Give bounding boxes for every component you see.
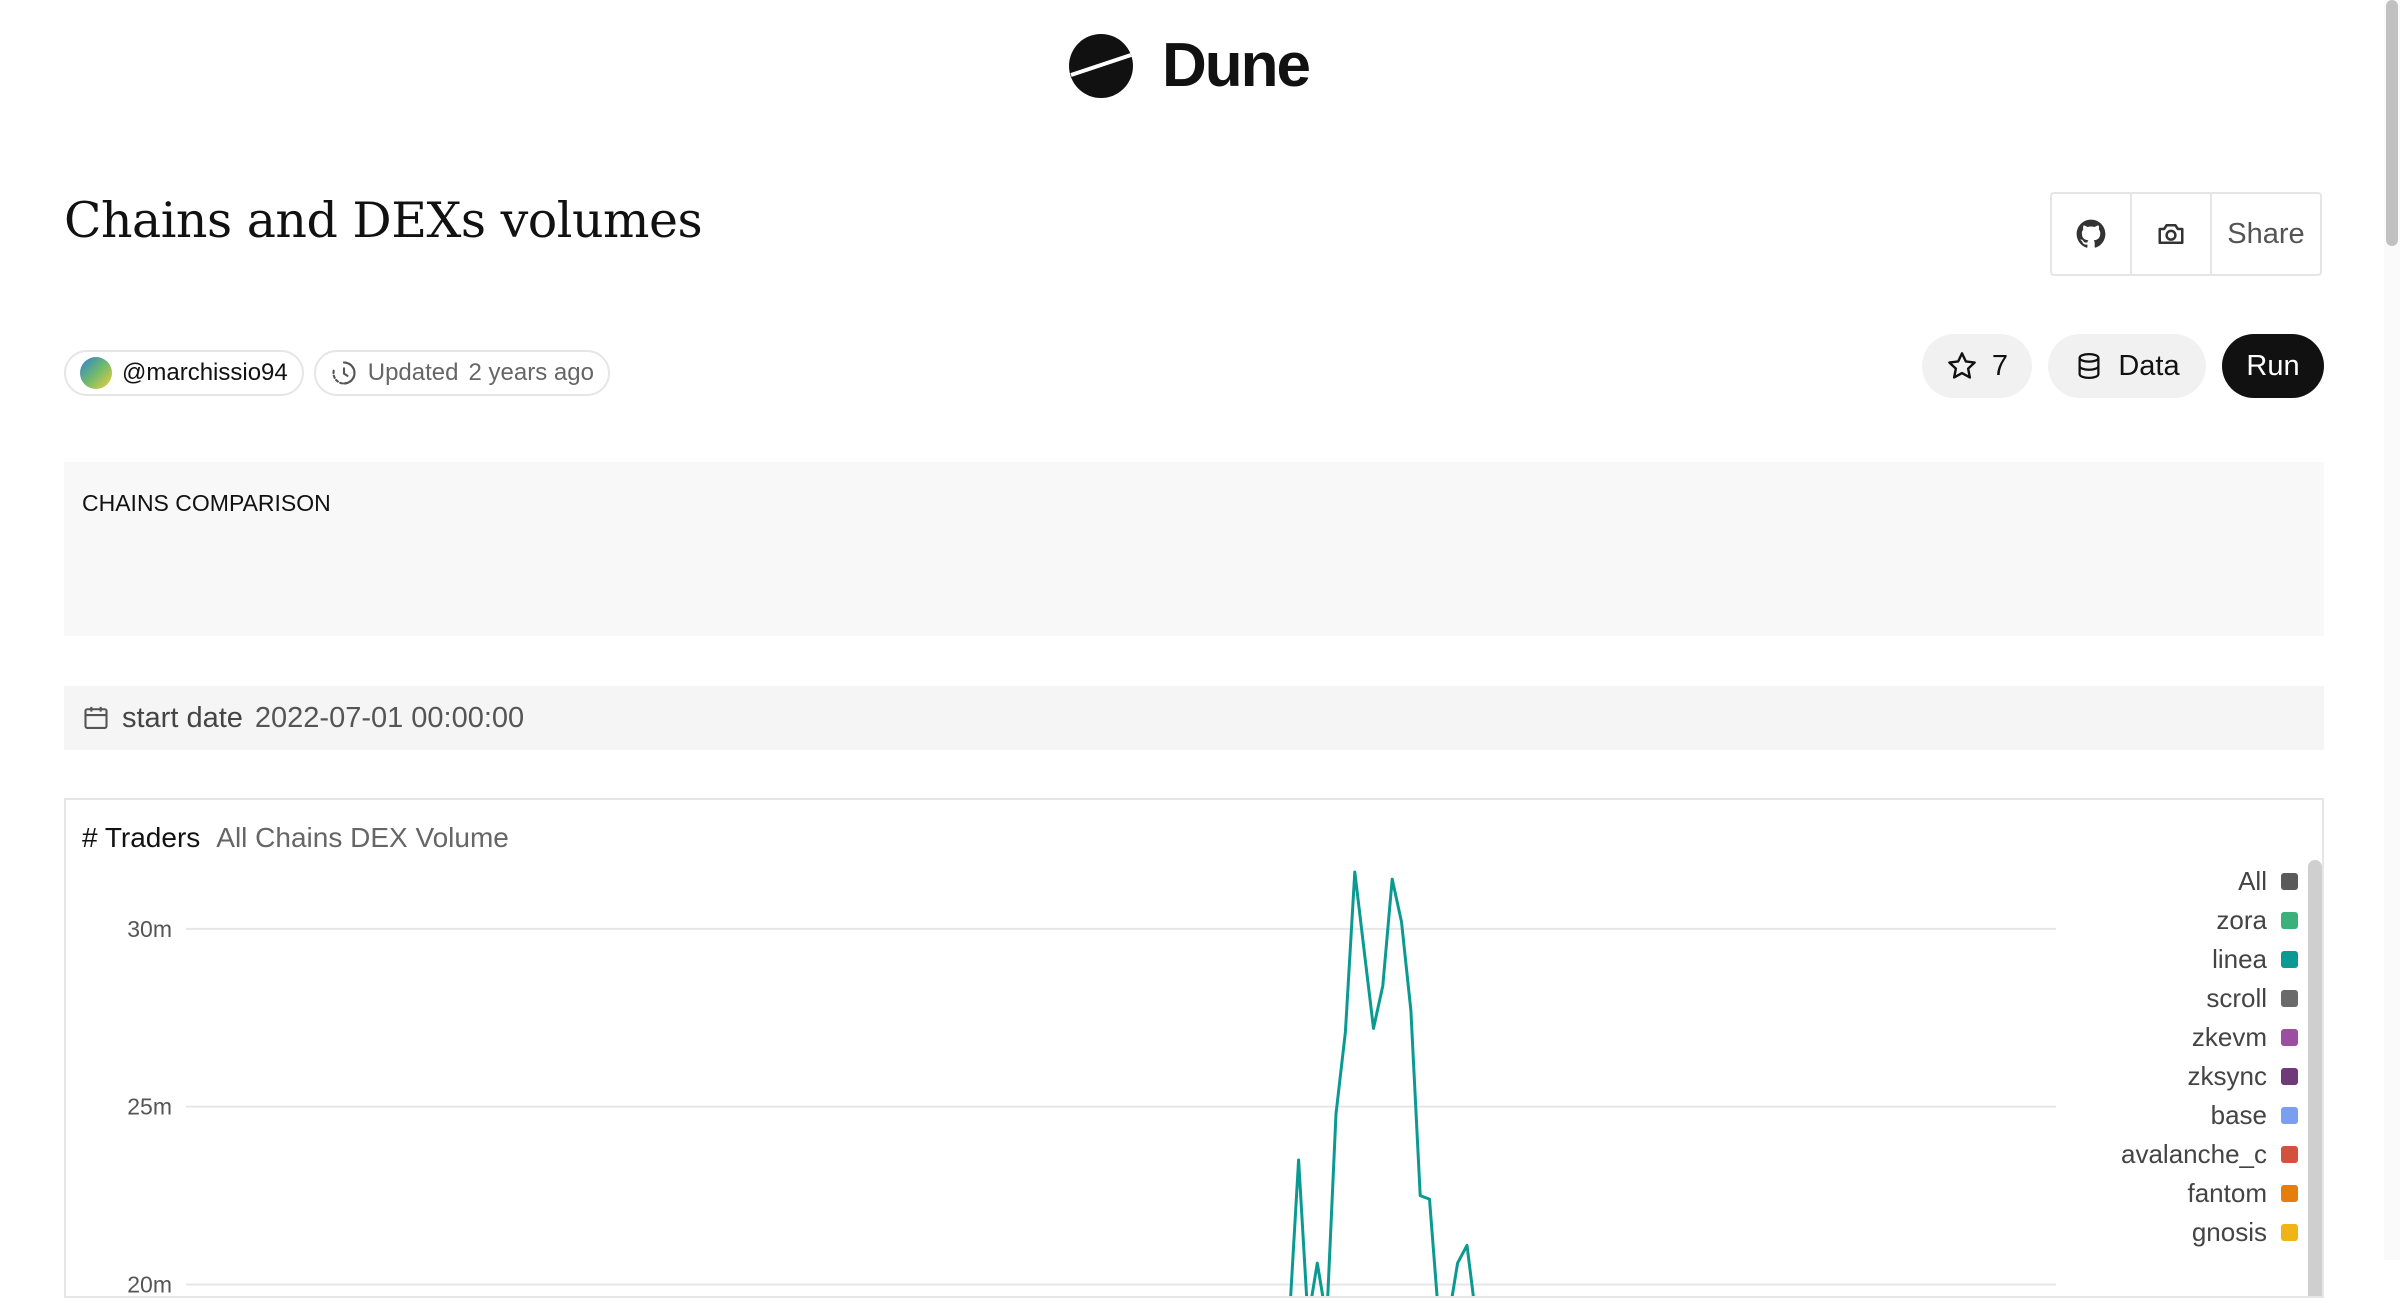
avatar [80,357,112,389]
legend-item-zora[interactable]: zora [2216,901,2298,940]
star-icon [1948,352,1976,379]
share-button[interactable]: Share [2212,194,2320,274]
legend-label: zkevm [2191,1022,2267,1052]
github-button[interactable] [2052,194,2132,274]
text-widget-content: CHAINS COMPARISON [82,490,331,516]
legend-label: fantom [2187,1178,2268,1208]
legend-swatch [2281,912,2298,929]
updated-value: 2 years ago [468,359,594,386]
dune-logo[interactable]: Dune [1068,30,1311,101]
legend-label: linea [2212,944,2267,974]
calendar-icon [84,706,108,729]
legend-swatch [2281,1146,2298,1163]
y-tick-label: 25m [127,1094,172,1120]
dune-logo-icon [1069,33,1133,98]
clock-history-icon [332,361,356,385]
y-tick-label: 30m [127,916,172,942]
page-scrollbar[interactable] [2384,0,2400,1260]
page-title: Chains and DEXs volumes [64,192,703,249]
dashboard-actions: Share [2050,192,2322,276]
legend-item-gnosis[interactable]: gnosis [2192,1213,2298,1252]
chart-widget: # Traders All Chains DEX Volume 30m 25m 20… [64,798,2324,1298]
legend-item-All[interactable]: All [2238,862,2298,901]
legend-scrollbar[interactable] [2308,860,2322,1296]
chart-series [1289,870,1476,1298]
legend-swatch [2281,1029,2298,1046]
legend-item-scroll[interactable]: scroll [2206,979,2298,1018]
author-name: @marchissio94 [122,359,288,386]
legend-swatch [2281,1185,2298,1202]
legend-label: All [2238,866,2267,896]
text-widget: CHAINS COMPARISON [64,462,2324,636]
brand-name: Dune [1162,31,1311,100]
run-button[interactable]: Run [2222,334,2324,398]
parameter-value[interactable]: 2022-07-01 00:00:00 [255,702,524,735]
series-line-linea[interactable] [1289,870,1476,1298]
legend-item-zksync[interactable]: zksync [2188,1057,2298,1096]
camera-icon [2158,224,2184,244]
legend-item-fantom[interactable]: fantom [2187,1174,2298,1213]
primary-actions: 7 Data Run [1922,334,2324,398]
parameter-bar[interactable]: start date 2022-07-01 00:00:00 [64,686,2324,750]
legend-label: zora [2216,905,2267,935]
legend-label: zksync [2187,1061,2267,1091]
dashboard-meta: @marchissio94 Updated 2 years ago [64,350,610,396]
updated-label: Updated [367,359,459,386]
github-icon [2076,219,2106,248]
legend-swatch [2281,873,2298,890]
page-scrollbar-thumb[interactable] [2386,0,2398,246]
legend-swatch [2281,1068,2298,1085]
screenshot-button[interactable] [2132,194,2212,274]
parameter-label: start date [122,701,243,734]
database-icon [2078,353,2100,380]
chart-legend: All zora linea scroll zkevm zksync base avalanc… [2121,862,2298,1252]
y-axis-ticks: 30m 25m 20m [127,916,172,1297]
legend-item-base[interactable]: base [2211,1096,2298,1135]
data-button[interactable]: Data [2048,334,2206,398]
star-count: 7 [1991,349,2009,382]
legend-label: gnosis [2191,1217,2267,1247]
legend-label: avalanche_c [2121,1139,2267,1169]
legend-label: scroll [2206,983,2267,1013]
star-button[interactable]: 7 [1922,334,2032,398]
data-label: Data [2118,349,2180,382]
legend-item-zkevm[interactable]: zkevm [2192,1018,2298,1057]
legend-item-linea[interactable]: linea [2212,940,2298,979]
legend-label: base [2210,1100,2267,1130]
y-tick-label: 20m [127,1271,172,1297]
author-chip[interactable]: @marchissio94 [64,350,304,396]
legend-swatch [2281,990,2298,1007]
legend-item-avalanche-c[interactable]: avalanche_c [2121,1135,2298,1174]
legend-swatch [2281,1107,2298,1124]
legend-swatch [2281,1224,2298,1241]
legend-swatch [2281,951,2298,968]
line-chart: 30m 25m 20m [127,870,2056,1298]
updated-chip: Updated 2 years ago [313,350,610,396]
gridlines [186,927,2056,1286]
